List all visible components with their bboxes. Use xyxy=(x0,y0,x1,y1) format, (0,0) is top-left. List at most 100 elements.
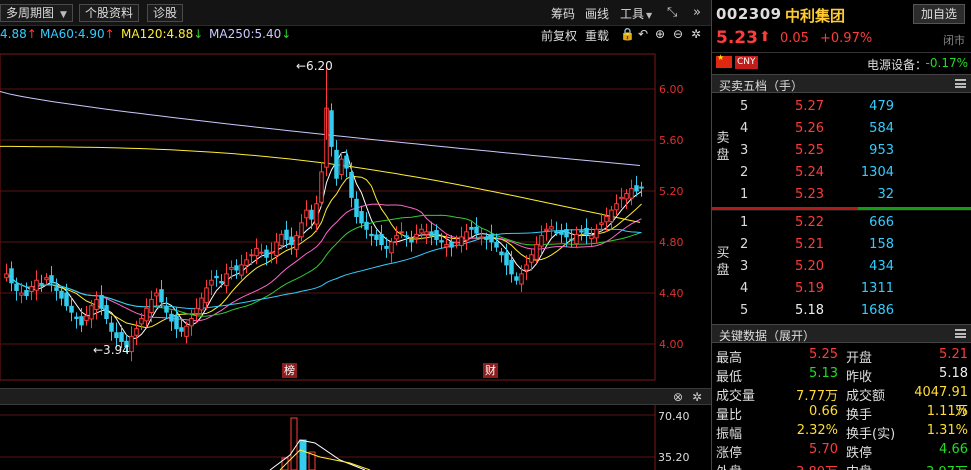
candle-body xyxy=(494,241,499,248)
candle-body xyxy=(94,298,99,310)
sell-order-row[interactable]: 2 5.24 1304 xyxy=(712,162,971,184)
candle-body xyxy=(179,327,184,332)
sector-row[interactable]: CNY 电源设备： -0.17% xyxy=(712,52,971,72)
candle-body xyxy=(599,222,604,225)
chevron-down-icon: ▼ xyxy=(60,10,67,20)
buy-order-row[interactable]: 2 5.21 158 xyxy=(712,234,971,256)
candle-body xyxy=(64,292,69,307)
candle-body xyxy=(204,287,209,304)
sell-order-row[interactable]: 1 5.23 32 xyxy=(712,184,971,206)
candle-body xyxy=(149,298,154,313)
candlestick-chart[interactable]: 6.00 5.60 5.20 4.80 4.40 4.00 ←6.20 ←3.94 xyxy=(0,44,711,388)
key-data-row: 振幅 2.32% 换手(实) 1.31% xyxy=(712,421,971,442)
candle-body xyxy=(624,193,629,200)
candle-body xyxy=(314,203,319,225)
candle-body xyxy=(154,292,159,297)
stock-info-button[interactable]: 个股资料 xyxy=(79,4,140,22)
candle-body xyxy=(109,322,114,332)
volume-panel-header: ⊗ ✲ xyxy=(0,388,711,405)
expand-icon[interactable]: ⤡ xyxy=(667,5,677,20)
rank-event-marker[interactable]: 榜 xyxy=(282,363,297,378)
candle-body xyxy=(349,172,354,198)
period-dropdown[interactable]: 多周期图 ▼ xyxy=(0,4,73,22)
candle-body xyxy=(474,226,479,234)
add-to-watchlist-button[interactable]: 加自选 xyxy=(913,4,965,24)
zoom-out-icon[interactable]: ⊖ xyxy=(673,27,683,41)
collapse-double-chevron-icon[interactable]: » xyxy=(693,5,701,20)
ma-legend: 4.88↑ MA60:4.90↑ MA120:4.88↓ MA250:5.40↓… xyxy=(0,26,711,44)
buy-order-row[interactable]: 5 5.18 1686 xyxy=(712,300,971,322)
order-level: 1 xyxy=(740,187,749,202)
volume-ma-lines xyxy=(269,439,371,470)
chips-button[interactable]: 筹码 xyxy=(551,5,575,22)
candle-body xyxy=(449,241,454,248)
reload-button[interactable]: 重载 xyxy=(585,27,609,44)
buy-order-row[interactable]: 3 5.20 434 xyxy=(712,256,971,278)
close-panel-icon[interactable]: ⊗ xyxy=(673,390,683,404)
key-data-header[interactable]: 关键数据（展开） xyxy=(712,324,971,343)
menu-icon[interactable] xyxy=(955,79,966,88)
order-price: 5.23 xyxy=(795,187,824,202)
order-price: 5.21 xyxy=(795,237,824,252)
order-volume: 1686 xyxy=(860,303,894,318)
key-data-value: 5.25 xyxy=(809,347,838,362)
lock-icon[interactable]: 🔒 xyxy=(620,27,635,41)
candle-body xyxy=(244,259,249,266)
candle-body xyxy=(369,233,374,237)
quote-panel: 002309 中利集团 加自选 5.23 ⬆ 0.05 +0.97% 闭市 CN… xyxy=(711,0,971,470)
sector-name: 电源设备： xyxy=(867,58,928,72)
order-book-header[interactable]: 买卖五档（手） xyxy=(712,74,971,93)
buy-order-row[interactable]: 1 5.22 666 xyxy=(712,212,971,234)
candle-body xyxy=(539,235,544,247)
candle-body xyxy=(9,268,14,284)
candle-body xyxy=(54,287,59,291)
ma-legend-item: MA120:4.88↓ xyxy=(121,27,203,41)
buy-order-row[interactable]: 4 5.19 1311 xyxy=(712,278,971,300)
order-level: 2 xyxy=(740,165,749,180)
candle-body xyxy=(14,283,19,291)
diagnose-button[interactable]: 诊股 xyxy=(147,4,184,22)
candle-body xyxy=(614,203,619,211)
ma-value: MA250:5.40 xyxy=(209,27,282,41)
order-price: 5.20 xyxy=(795,259,824,274)
order-level: 3 xyxy=(740,259,749,274)
price-grid xyxy=(0,53,656,381)
candle-body xyxy=(544,228,549,232)
tools-dropdown[interactable]: 工具 ▼ xyxy=(620,5,652,22)
price-axis-label: 6.00 xyxy=(659,83,684,96)
candle-body xyxy=(374,234,379,240)
candle-body xyxy=(189,318,194,327)
sell-order-row[interactable]: 5 5.27 479 xyxy=(712,96,971,118)
finance-event-marker[interactable]: 财 xyxy=(483,363,498,378)
draw-line-button[interactable]: 画线 xyxy=(585,5,609,22)
ma-legend-item: MA60:4.90↑ xyxy=(40,27,115,41)
last-price: 5.23 xyxy=(716,28,758,48)
order-level: 5 xyxy=(740,99,749,114)
arrow-up-icon: ⬆ xyxy=(759,29,771,45)
order-level: 3 xyxy=(740,143,749,158)
candle-body xyxy=(259,251,264,254)
candle-body xyxy=(184,325,189,337)
sell-order-row[interactable]: 4 5.26 584 xyxy=(712,118,971,140)
candle-body xyxy=(359,211,364,224)
high-price-annotation: ←6.20 xyxy=(296,59,333,73)
order-price: 5.27 xyxy=(795,99,824,114)
candle-body xyxy=(254,247,259,257)
candle-body xyxy=(529,254,534,263)
stock-name: 中利集团 xyxy=(785,7,846,25)
zoom-in-icon[interactable]: ⊕ xyxy=(655,27,665,41)
key-data-value: 1.31% xyxy=(926,423,968,438)
key-data-value: 2.32% xyxy=(796,423,838,438)
adjust-mode-button[interactable]: 前复权 xyxy=(541,27,577,44)
undo-icon[interactable]: ↶ xyxy=(638,27,648,41)
ma-value: 4.88 xyxy=(0,27,27,41)
sell-order-row[interactable]: 3 5.25 953 xyxy=(712,140,971,162)
settings-gear-icon[interactable]: ✲ xyxy=(692,390,702,404)
settings-gear-icon[interactable]: ✲ xyxy=(691,27,701,41)
candle-body xyxy=(269,251,274,254)
key-data-title: 关键数据（展开） xyxy=(719,329,816,343)
menu-icon[interactable] xyxy=(955,329,966,338)
order-price: 5.26 xyxy=(795,121,824,136)
key-data-row: 外盘 3.80万内盘 3.97万 xyxy=(712,459,971,470)
order-price: 5.25 xyxy=(795,143,824,158)
